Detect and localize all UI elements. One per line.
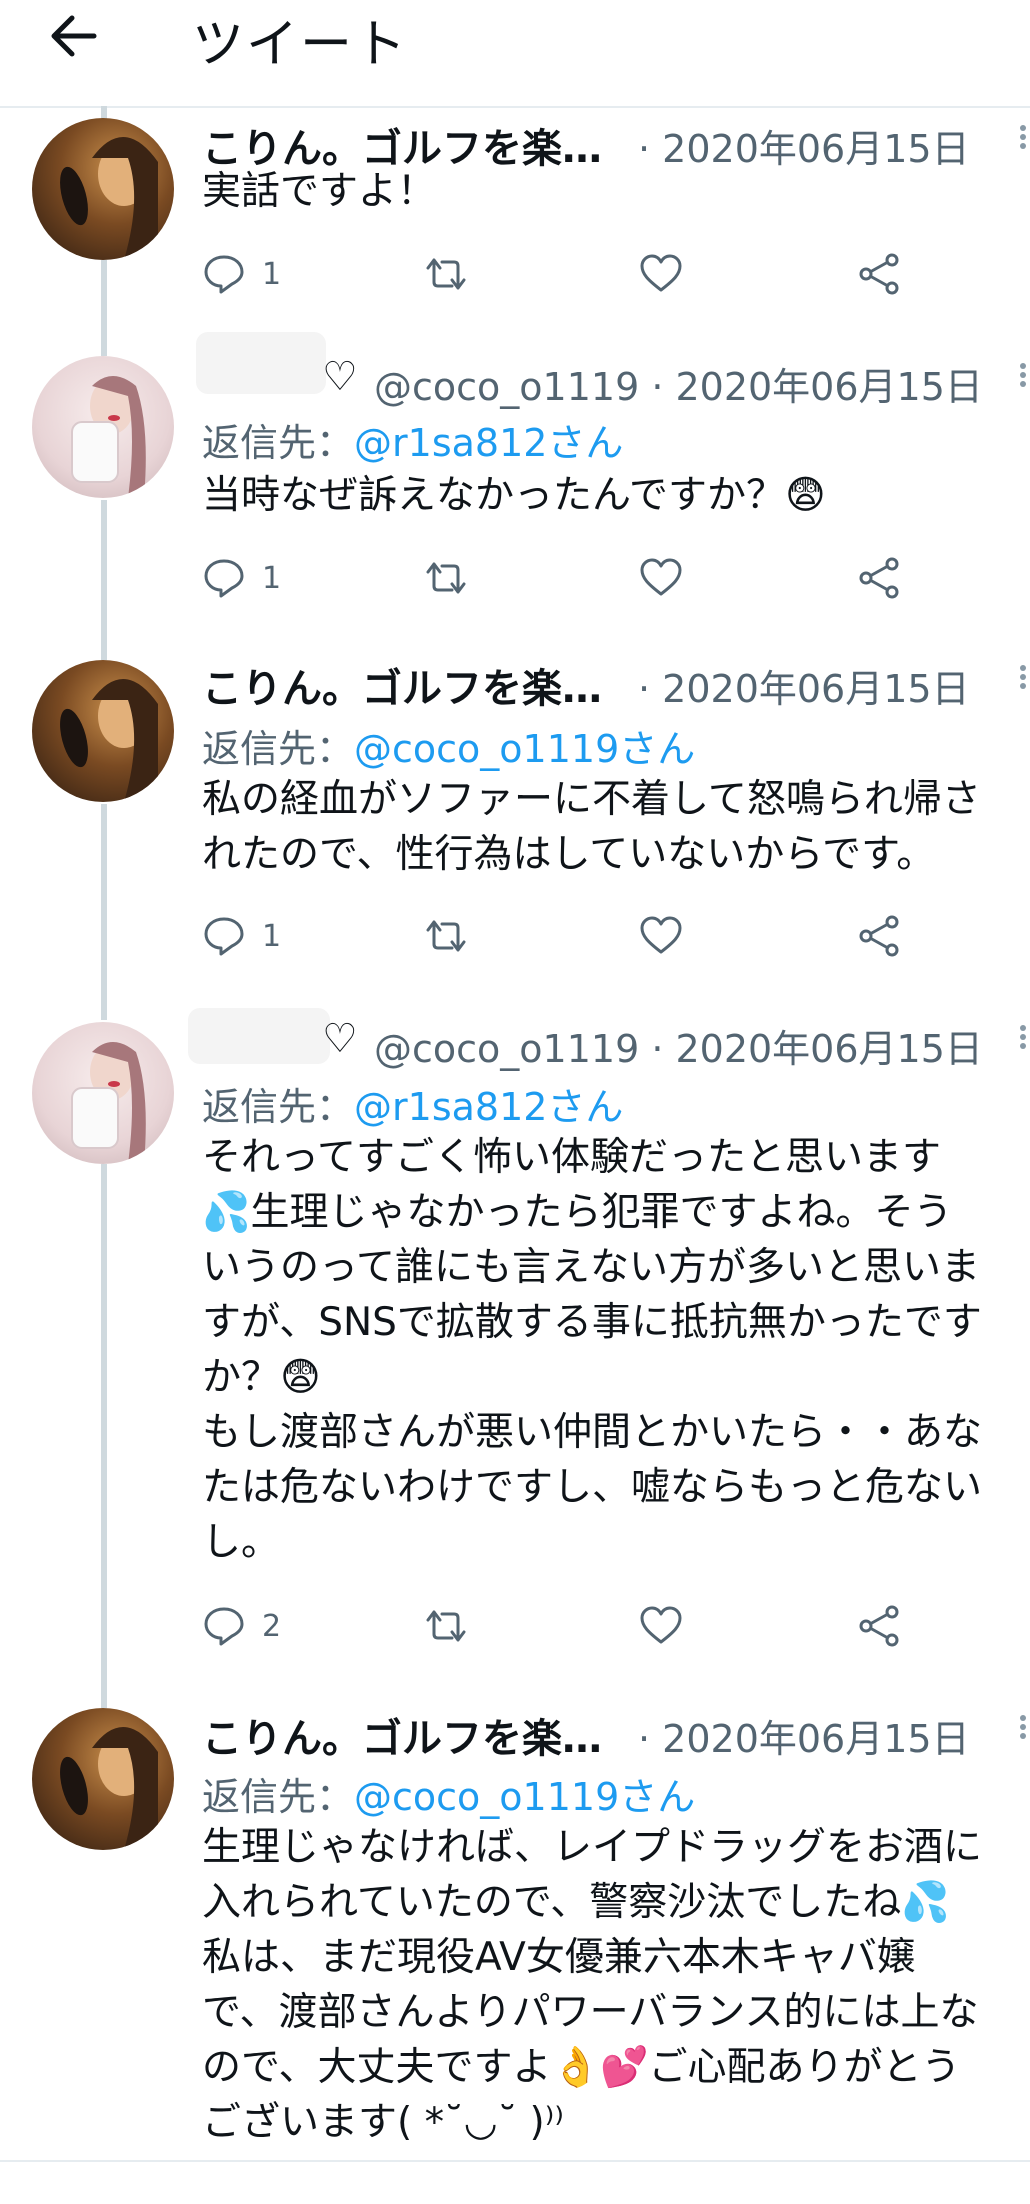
more-options-icon[interactable]: [1016, 360, 1030, 400]
retweet-icon: [426, 1610, 466, 1642]
reply-count: 1: [262, 256, 282, 292]
like-button[interactable]: [638, 548, 684, 608]
share-icon: [859, 1605, 899, 1647]
reply-button[interactable]: 1: [202, 906, 281, 966]
display-name[interactable]: こりん。ゴルフを楽…: [202, 656, 602, 714]
reply-to-line: 返信先：@r1sa812さん: [202, 1076, 623, 1131]
timestamp[interactable]: · 2020年06月15日: [638, 658, 970, 713]
retweet-button[interactable]: [420, 1596, 472, 1656]
avatar[interactable]: [32, 1022, 174, 1164]
avatar[interactable]: [32, 356, 174, 498]
display-name-heart[interactable]: ♡: [322, 354, 358, 400]
divider: [0, 2160, 1030, 2162]
retweet-button[interactable]: [420, 906, 472, 966]
tweet-text: 私の経血がソファーに不着して怒鳴られ帰さ れたので、性行為はしていないからです。: [202, 777, 981, 877]
share-icon: [859, 253, 899, 295]
tweet[interactable]: ♡ @coco_o1119 · 2020年06月15日 返信先：@r1sa812…: [0, 326, 1030, 626]
handle-and-timestamp[interactable]: @coco_o1119 · 2020年06月15日: [374, 1018, 983, 1073]
reply-count: 2: [262, 1608, 282, 1644]
reply-to-label: 返信先：: [202, 1775, 355, 1819]
more-options-icon[interactable]: [1016, 122, 1030, 162]
reply-icon: [204, 559, 244, 598]
heart-icon: [640, 1606, 682, 1644]
retweet-icon: [426, 562, 466, 594]
heart-icon: [640, 916, 682, 954]
tweet-text: 当時なぜ訴えなかったんですか？😨: [202, 473, 826, 518]
share-icon: [859, 557, 899, 599]
tweet-actions: 1: [202, 906, 922, 966]
display-name[interactable]: こりん。ゴルフを楽…: [202, 1706, 602, 1764]
reply-to-line: 返信先：@coco_o1119さん: [202, 718, 695, 773]
share-button[interactable]: [856, 1596, 902, 1656]
tweet-actions: 2: [202, 1596, 922, 1656]
reply-count: 1: [262, 918, 282, 954]
like-button[interactable]: [638, 906, 684, 966]
avatar[interactable]: [32, 118, 174, 260]
reply-to-label: 返信先：: [202, 727, 355, 771]
reply-count: 1: [262, 560, 282, 596]
retweet-button[interactable]: [420, 548, 472, 608]
handle-and-timestamp[interactable]: @coco_o1119 · 2020年06月15日: [374, 356, 983, 411]
retweet-icon: [426, 258, 466, 290]
reply-to-mention[interactable]: @coco_o1119さん: [354, 727, 695, 771]
reply-icon: [204, 255, 244, 294]
tweet-text: 実話ですよ！: [202, 169, 437, 214]
avatar[interactable]: [32, 660, 174, 802]
reply-to-label: 返信先：: [202, 1085, 355, 1129]
heart-icon: [640, 254, 682, 292]
reply-to-line: 返信先：@r1sa812さん: [202, 412, 623, 467]
share-button[interactable]: [856, 548, 902, 608]
more-options-icon[interactable]: [1016, 662, 1030, 702]
more-options-icon[interactable]: [1016, 1712, 1030, 1752]
page-title: ツイート: [192, 15, 409, 75]
tweet[interactable]: こりん。ゴルフを楽… · 2020年06月15日 返信先：@coco_o1119…: [0, 626, 1030, 988]
reply-button[interactable]: 2: [202, 1596, 281, 1656]
retweet-icon: [426, 920, 466, 952]
reply-icon: [204, 917, 244, 956]
tweet[interactable]: こりん。ゴルフを楽… · 2020年06月15日 返信先：@coco_o1119…: [0, 1676, 1030, 2160]
redacted-name: [188, 1008, 330, 1064]
reply-to-mention[interactable]: @coco_o1119さん: [354, 1775, 695, 1819]
tweet[interactable]: ♡ @coco_o1119 · 2020年06月15日 返信先：@r1sa812…: [0, 988, 1030, 1676]
retweet-button[interactable]: [420, 244, 472, 304]
heart-icon: [640, 558, 682, 596]
display-name-heart[interactable]: ♡: [322, 1016, 358, 1062]
timestamp[interactable]: · 2020年06月15日: [638, 1708, 970, 1763]
like-button[interactable]: [638, 244, 684, 304]
more-options-icon[interactable]: [1016, 1022, 1030, 1062]
share-icon: [859, 915, 899, 957]
avatar[interactable]: [32, 1708, 174, 1850]
tweet-actions: 1: [202, 548, 922, 608]
share-button[interactable]: [856, 906, 902, 966]
reply-to-line: 返信先：@coco_o1119さん: [202, 1766, 695, 1821]
reply-to-mention[interactable]: @r1sa812さん: [354, 1085, 623, 1129]
tweet-text: 生理じゃなければ、レイプドラッグをお酒に 入れられていたので、警察沙汰でしたね💦…: [202, 1825, 983, 2145]
tweet-text: それってすごく怖い体験だったと思います 💦生理じゃなかったら犯罪ですよね。そう …: [202, 1135, 983, 1565]
tweet[interactable]: こりん。ゴルフを楽… · 2020年06月15日 実話ですよ！ 1: [0, 106, 1030, 326]
reply-to-mention[interactable]: @r1sa812さん: [354, 421, 623, 465]
reply-button[interactable]: 1: [202, 548, 281, 608]
back-arrow-icon[interactable]: [44, 8, 104, 64]
redacted-name: [196, 332, 326, 394]
reply-button[interactable]: 1: [202, 244, 281, 304]
tweet-actions: 1: [202, 244, 922, 304]
top-bar: ツイート: [0, 0, 1030, 108]
share-button[interactable]: [856, 244, 902, 304]
reply-icon: [204, 1607, 244, 1646]
like-button[interactable]: [638, 1596, 684, 1656]
reply-to-label: 返信先：: [202, 421, 355, 465]
